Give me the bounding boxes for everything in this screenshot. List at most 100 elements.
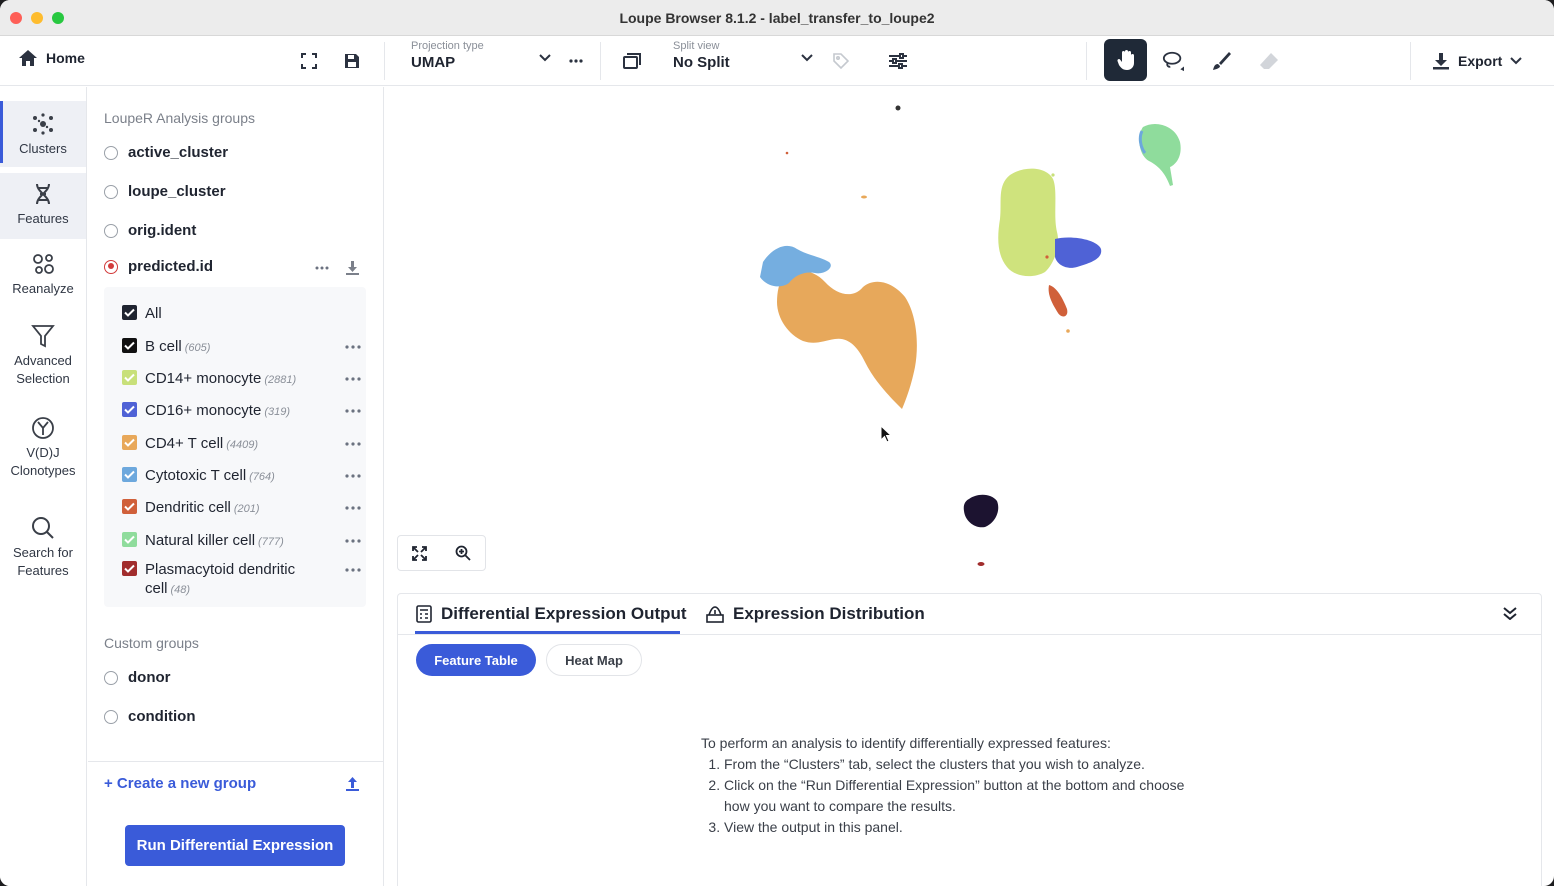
cluster-row[interactable]: CD14+ monocyte (2881) (122, 369, 362, 390)
cluster-checkbox[interactable] (122, 532, 137, 547)
projection-type-select[interactable]: Projection type UMAP (411, 40, 551, 82)
rail-item-label: Clusters (19, 141, 67, 156)
cluster-checkbox[interactable] (122, 561, 137, 576)
more-options-icon[interactable] (344, 498, 362, 521)
cluster-row[interactable]: Dendritic cell (201) (122, 498, 362, 519)
fit-view-button[interactable] (398, 536, 442, 570)
home-label: Home (46, 50, 85, 66)
cluster-row[interactable]: B cell (605) (122, 337, 362, 358)
group-label: donor (128, 669, 171, 686)
rail-item-features[interactable]: Features (0, 173, 86, 239)
group-radio-donor[interactable]: donor (104, 669, 171, 686)
cluster-label: All (145, 305, 162, 322)
home-button[interactable]: Home (18, 49, 85, 67)
rail-item-search-features[interactable]: Search for Features (0, 515, 86, 585)
rail-item-label: Clonotypes (10, 463, 76, 478)
settings-button[interactable] (887, 50, 909, 72)
cluster-checkbox[interactable] (122, 467, 137, 482)
save-button[interactable] (341, 50, 363, 72)
group-radio-condition[interactable]: condition (104, 708, 196, 725)
cluster-checkbox[interactable] (122, 499, 137, 514)
cluster-row[interactable]: Natural killer cell (777) (122, 531, 362, 552)
radio-button[interactable] (104, 223, 118, 238)
umap-plot-area[interactable] (385, 87, 1554, 592)
cluster-checkbox[interactable] (122, 370, 137, 385)
radio-button[interactable] (104, 184, 118, 199)
heat-map-button[interactable]: Heat Map (546, 644, 642, 676)
more-options-icon[interactable] (344, 337, 362, 360)
rail-item-clusters[interactable]: Clusters (0, 101, 86, 167)
eraser-tool-button[interactable] (1258, 50, 1280, 72)
group-radio-loupe-cluster[interactable]: loupe_cluster (104, 183, 226, 200)
group-radio-orig-ident[interactable]: orig.ident (104, 222, 196, 239)
tab-expression-distribution[interactable]: Expression Distribution (706, 604, 925, 624)
zoom-in-icon (455, 545, 471, 561)
radio-button[interactable] (104, 145, 118, 160)
download-icon (1433, 53, 1449, 70)
cluster-label: CD16+ monocyte (319) (145, 401, 290, 422)
checkbox-all[interactable] (122, 305, 137, 320)
more-options-icon[interactable] (344, 434, 362, 457)
cluster-cd4-t-cell (777, 270, 917, 409)
group-download-icon[interactable] (345, 260, 360, 276)
cluster-checkbox[interactable] (122, 338, 137, 353)
left-nav-rail: Clusters Features Reanalyze Advanced Sel… (0, 87, 87, 886)
tag-button[interactable] (830, 50, 852, 72)
projection-more-button[interactable] (565, 50, 587, 72)
plot-zoom-controls (397, 535, 486, 571)
cluster-row-all[interactable]: All (122, 304, 362, 323)
radio-button-selected[interactable] (104, 259, 118, 274)
umap-scatter[interactable] (385, 87, 1554, 592)
group-radio-predicted-id[interactable]: predicted.id (104, 258, 213, 275)
layers-button[interactable] (621, 50, 643, 72)
rail-item-reanalyze[interactable]: Reanalyze (0, 251, 86, 317)
cluster-checkbox[interactable] (122, 402, 137, 417)
group-more-icon[interactable] (315, 266, 329, 270)
check-icon (124, 405, 135, 414)
instruction-step: View the output in this panel. (724, 817, 1184, 838)
cluster-checkbox[interactable] (122, 435, 137, 450)
run-differential-expression-button[interactable]: Run Differential Expression (125, 825, 345, 866)
rail-item-label: Reanalyze (12, 281, 74, 296)
zoom-in-button[interactable] (442, 536, 486, 570)
more-options-icon[interactable] (344, 401, 362, 424)
export-button[interactable]: Export (1432, 46, 1523, 76)
split-view-label: Split view (673, 40, 720, 52)
cluster-dot (895, 105, 901, 111)
more-horizontal-icon (569, 59, 583, 63)
brush-tool-button[interactable] (1210, 50, 1232, 72)
more-options-icon[interactable] (344, 560, 362, 583)
cluster-row[interactable]: Plasmacytoid dendritic cell (48) (122, 560, 362, 600)
rail-item-label: Selection (16, 371, 70, 386)
cluster-count: (319) (264, 406, 290, 418)
feature-table-button[interactable]: Feature Table (416, 644, 536, 676)
collapse-panel-icon[interactable] (1503, 606, 1517, 620)
pan-tool-button[interactable] (1104, 39, 1147, 81)
save-icon (345, 54, 359, 68)
tab-differential-expression-output[interactable]: Differential Expression Output (416, 604, 687, 624)
cluster-cd16-monocyte (1055, 237, 1102, 268)
radio-button[interactable] (104, 709, 118, 724)
cluster-row[interactable]: Cytotoxic T cell (764) (122, 466, 362, 487)
group-radio-active-cluster[interactable]: active_cluster (104, 144, 228, 161)
fullscreen-icon (301, 53, 317, 69)
rail-item-advanced-selection[interactable]: Advanced Selection (0, 323, 86, 393)
group-label: active_cluster (128, 144, 229, 161)
upload-icon[interactable] (345, 776, 360, 792)
cluster-row[interactable]: CD16+ monocyte (319) (122, 401, 362, 422)
groups-panel: LoupeR Analysis groups active_cluster lo… (88, 87, 384, 886)
mouse-cursor-icon (880, 425, 892, 443)
radio-button[interactable] (104, 670, 118, 685)
more-options-icon[interactable] (344, 369, 362, 392)
rail-item-vdj-clonotypes[interactable]: V(D)J Clonotypes (0, 415, 86, 485)
create-group-link[interactable]: + Create a new group (104, 775, 256, 792)
lasso-tool-button[interactable] (1162, 50, 1184, 72)
more-options-icon[interactable] (344, 531, 362, 554)
fullscreen-button[interactable] (298, 50, 320, 72)
cluster-dot (1066, 329, 1070, 333)
split-view-select[interactable]: Split view No Split (673, 40, 813, 82)
tab-label: Differential Expression Output (441, 604, 687, 623)
cluster-row[interactable]: CD4+ T cell (4409) (122, 434, 362, 455)
more-options-icon[interactable] (344, 466, 362, 489)
projection-type-value: UMAP (411, 54, 456, 71)
